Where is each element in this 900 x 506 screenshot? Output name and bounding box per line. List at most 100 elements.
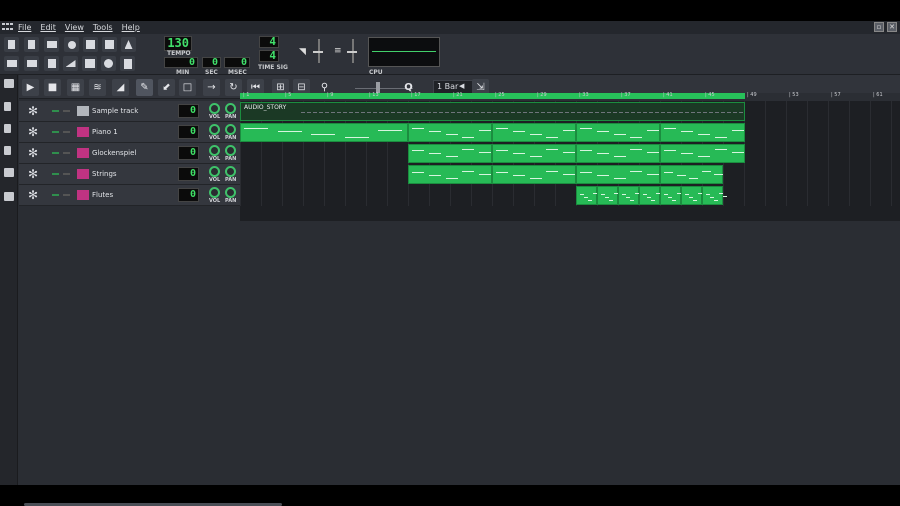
mute-toggle[interactable]: [52, 152, 59, 154]
draw-mode-icon[interactable]: ✎: [136, 79, 153, 96]
gear-icon[interactable]: ✻: [28, 126, 41, 139]
pan-knob[interactable]: [225, 166, 236, 177]
song-editor-icon[interactable]: [4, 56, 19, 71]
auto-scroll-icon[interactable]: →: [203, 79, 220, 96]
project-notes-icon[interactable]: [120, 56, 135, 71]
master-pitch-handle[interactable]: [347, 51, 357, 53]
pan-knob[interactable]: [225, 145, 236, 156]
menu-file[interactable]: File: [18, 23, 31, 32]
track-name[interactable]: Strings: [92, 170, 117, 178]
pattern-clip[interactable]: [681, 186, 706, 205]
track-name[interactable]: Sample track: [92, 107, 138, 115]
controller-rack-icon[interactable]: [101, 56, 116, 71]
instrument-plugins-icon[interactable]: [4, 79, 14, 88]
solo-toggle[interactable]: [63, 173, 70, 175]
select-mode-icon[interactable]: □: [179, 79, 196, 96]
volume-knob[interactable]: [209, 145, 220, 156]
track-header[interactable]: ✻ Strings 0 VOL PAN: [19, 164, 240, 185]
new-from-template-icon[interactable]: [24, 37, 39, 52]
volume-knob[interactable]: [209, 103, 220, 114]
pattern-clip[interactable]: [618, 186, 643, 205]
pan-knob[interactable]: [225, 187, 236, 198]
pattern-clip[interactable]: [492, 123, 576, 142]
my-presets-icon[interactable]: [4, 146, 11, 155]
beat-editor-icon[interactable]: [24, 56, 39, 71]
play-icon[interactable]: ▶: [22, 79, 39, 96]
pattern-clip[interactable]: [597, 186, 622, 205]
pattern-clip[interactable]: [408, 123, 492, 142]
app-menu-icon[interactable]: [2, 23, 13, 32]
track-header[interactable]: ✻ Sample track 0 VOL PAN: [19, 101, 240, 122]
pattern-clip[interactable]: [639, 186, 664, 205]
automation-editor-icon[interactable]: [63, 56, 78, 71]
menu-help[interactable]: Help: [122, 23, 140, 32]
mixer-icon[interactable]: [82, 56, 97, 71]
my-samples-icon[interactable]: [4, 124, 11, 133]
solo-toggle[interactable]: [63, 152, 70, 154]
solo-toggle[interactable]: [63, 110, 70, 112]
gear-icon[interactable]: ✻: [28, 147, 41, 160]
menu-view[interactable]: View: [65, 23, 84, 32]
track-name[interactable]: Piano 1: [92, 128, 118, 136]
menu-edit[interactable]: Edit: [40, 23, 56, 32]
volume-knob[interactable]: [209, 124, 220, 135]
recent-projects-icon[interactable]: [64, 37, 79, 52]
mute-toggle[interactable]: [52, 173, 59, 175]
my-projects-icon[interactable]: [4, 102, 11, 111]
track-header[interactable]: ✻ Piano 1 0 VOL PAN: [19, 122, 240, 143]
pattern-clip[interactable]: [576, 186, 601, 205]
restore-button[interactable]: ▫: [874, 22, 884, 32]
pattern-clip[interactable]: [660, 123, 745, 142]
open-project-icon[interactable]: [44, 37, 59, 52]
pattern-clip[interactable]: [702, 186, 727, 205]
pattern-clip[interactable]: [660, 165, 724, 184]
pattern-clip[interactable]: [660, 186, 685, 205]
volume-knob[interactable]: [209, 187, 220, 198]
new-project-icon[interactable]: [4, 37, 19, 52]
pan-knob[interactable]: [225, 103, 236, 114]
save-project-icon[interactable]: [83, 37, 98, 52]
gear-icon[interactable]: ✻: [28, 189, 41, 202]
master-volume-handle[interactable]: [313, 51, 323, 53]
pattern-clip[interactable]: [408, 165, 492, 184]
chevron-left-icon[interactable]: ◀: [459, 82, 464, 90]
mute-toggle[interactable]: [52, 131, 59, 133]
edit-mode-icon[interactable]: ⬋: [158, 79, 175, 96]
track-header[interactable]: ✻ Glockenspiel 0 VOL PAN: [19, 143, 240, 164]
time-sig-numerator[interactable]: 4: [259, 36, 279, 48]
add-automation-track-icon[interactable]: ◢: [112, 79, 129, 96]
pattern-clip[interactable]: [576, 165, 660, 184]
pattern-clip[interactable]: [576, 144, 660, 163]
stop-icon[interactable]: ■: [44, 79, 61, 96]
track-volume-display[interactable]: 0: [178, 146, 199, 160]
track-name[interactable]: Glockenspiel: [92, 149, 136, 157]
volume-knob[interactable]: [209, 166, 220, 177]
mute-toggle[interactable]: [52, 110, 59, 112]
track-header[interactable]: ✻ Flutes 0 VOL PAN: [19, 185, 240, 206]
timeline-ruler[interactable]: | 1 | 5 | 9 | 13 | 17 | 21 | 25 | 29 | 33 | 37 | 4…: [240, 92, 900, 101]
track-volume-display[interactable]: 0: [178, 167, 199, 181]
track-volume-display[interactable]: 0: [178, 104, 199, 118]
pattern-clip[interactable]: [408, 144, 492, 163]
track-volume-display[interactable]: 0: [178, 188, 199, 202]
pattern-clip[interactable]: [492, 144, 576, 163]
track-volume-display[interactable]: 0: [178, 125, 199, 139]
gear-icon[interactable]: ✻: [28, 168, 41, 181]
track-name[interactable]: Flutes: [92, 191, 113, 199]
arrangement-grid[interactable]: AUDIO_STORY: [240, 101, 900, 221]
mute-toggle[interactable]: [52, 194, 59, 196]
close-button[interactable]: ✕: [887, 22, 897, 32]
pan-knob[interactable]: [225, 124, 236, 135]
time-sig-denominator[interactable]: 4: [259, 50, 279, 62]
pattern-clip[interactable]: [660, 144, 745, 163]
pattern-clip[interactable]: [492, 165, 576, 184]
piano-roll-icon[interactable]: [44, 56, 59, 71]
audio-clip[interactable]: AUDIO_STORY: [240, 102, 745, 121]
gear-icon[interactable]: ✻: [28, 105, 41, 118]
tempo-display[interactable]: 130: [164, 36, 192, 51]
export-project-icon[interactable]: [102, 37, 117, 52]
root-directory-icon[interactable]: [4, 192, 14, 201]
menu-tools[interactable]: Tools: [93, 23, 113, 32]
add-beat-track-icon[interactable]: ▦: [67, 79, 84, 96]
solo-toggle[interactable]: [63, 194, 70, 196]
